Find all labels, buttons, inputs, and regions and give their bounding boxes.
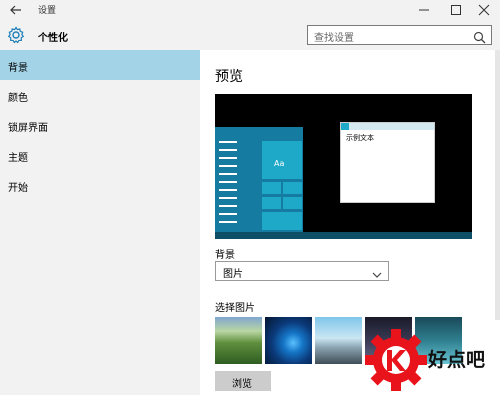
sidebar-item-label: 主题 — [8, 153, 28, 164]
browse-button[interactable]: 浏览 — [215, 371, 271, 391]
sidebar-item-label: 颜色 — [8, 93, 28, 104]
preview-menu-line — [219, 157, 237, 159]
sidebar-item-label: 锁屏界面 — [8, 123, 48, 134]
desktop-preview: Aa 示例文本 — [215, 94, 472, 239]
preview-heading: 预览 — [215, 69, 243, 85]
preview-tile — [262, 212, 302, 230]
background-type-dropdown[interactable]: 图片 — [215, 261, 389, 281]
chevron-down-icon — [371, 266, 383, 278]
preview-taskbar — [215, 232, 472, 239]
preview-menu-line — [219, 149, 237, 151]
picture-thumbnail[interactable] — [315, 317, 362, 364]
background-label: 背景 — [215, 250, 235, 261]
title-bar: 设置 — [0, 0, 500, 20]
window-title: 设置 — [38, 6, 57, 16]
sidebar-item-themes[interactable]: 主题 — [0, 140, 200, 170]
preview-sample-text: 示例文本 — [346, 134, 374, 142]
page-title: 个性化 — [38, 33, 68, 44]
minimize-icon[interactable] — [410, 0, 438, 20]
preview-menu-line — [219, 173, 237, 175]
scrollbar[interactable] — [495, 50, 500, 320]
watermark-gear-icon — [365, 329, 427, 391]
sidebar-item-background[interactable]: 背景 — [0, 50, 200, 80]
back-arrow-icon[interactable] — [8, 2, 24, 18]
sidebar-item-colors[interactable]: 颜色 — [0, 80, 200, 110]
preview-menu-line — [219, 181, 237, 183]
gear-icon — [7, 26, 25, 44]
preview-menu-line — [219, 189, 237, 191]
sidebar-item-label: 背景 — [8, 63, 28, 74]
browse-button-label: 浏览 — [232, 379, 252, 390]
preview-tile-text: Aa — [274, 159, 285, 168]
preview-menu-line — [219, 165, 237, 167]
search-icon[interactable] — [473, 29, 486, 44]
preview-window-accent — [341, 123, 349, 130]
preview-menu-line — [219, 197, 237, 199]
preview-window-titlebar — [341, 123, 434, 130]
watermark-logo: 好点吧 — [365, 325, 500, 395]
sidebar-item-start[interactable]: 开始 — [0, 170, 200, 200]
picture-thumbnail[interactable] — [215, 317, 262, 364]
maximize-icon[interactable] — [442, 0, 470, 20]
preview-menu-line — [219, 205, 237, 207]
watermark-text: 好点吧 — [428, 349, 486, 371]
preview-tile — [262, 197, 281, 209]
picture-thumbnail[interactable] — [265, 317, 312, 364]
preview-tile — [283, 182, 302, 194]
search-input[interactable]: 查找设置 — [307, 25, 492, 45]
search-placeholder: 查找设置 — [314, 33, 354, 44]
preview-sample-window: 示例文本 — [340, 122, 435, 203]
dropdown-value: 图片 — [223, 269, 243, 280]
sidebar-item-label: 开始 — [8, 183, 28, 194]
preview-menu-line — [219, 213, 237, 215]
preview-tile — [262, 182, 281, 194]
sidebar: 背景 颜色 锁屏界面 主题 开始 — [0, 50, 200, 395]
choose-picture-label: 选择图片 — [215, 303, 255, 314]
preview-tile — [283, 197, 302, 209]
sidebar-item-lock-screen[interactable]: 锁屏界面 — [0, 110, 200, 140]
close-icon[interactable] — [470, 0, 498, 20]
preview-menu-line — [219, 221, 237, 223]
preview-menu-line — [219, 141, 237, 143]
